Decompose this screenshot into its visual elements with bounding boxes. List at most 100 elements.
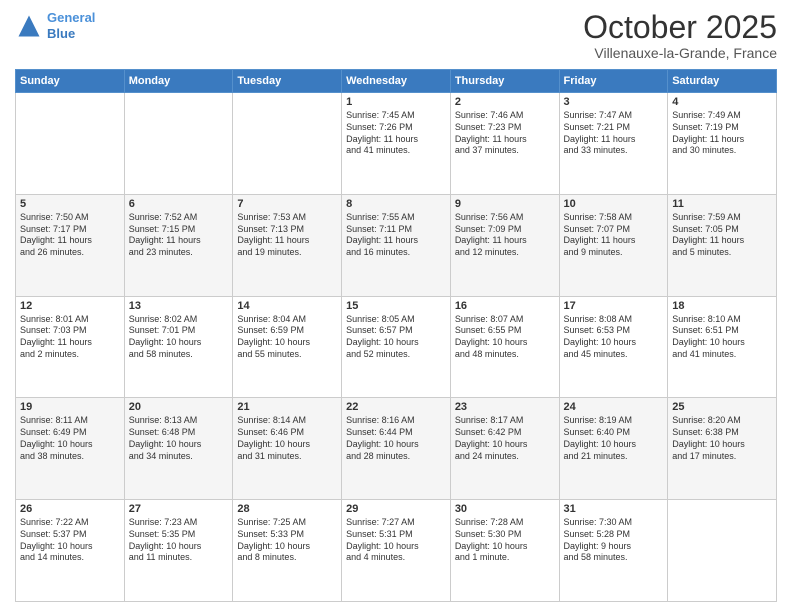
day-header-sunday: Sunday [16, 70, 125, 93]
calendar-cell: 29 Sunrise: 7:27 AM Sunset: 5:31 PM Dayli… [342, 500, 451, 602]
day-number: 17 [564, 300, 664, 312]
logo-line2: Blue [47, 26, 75, 41]
day-info: Sunrise: 8:01 AM Sunset: 7:03 PM Dayligh… [20, 314, 120, 361]
day-info: Sunrise: 7:59 AM Sunset: 7:05 PM Dayligh… [672, 212, 772, 259]
calendar-cell: 8 Sunrise: 7:55 AM Sunset: 7:11 PM Daylig… [342, 194, 451, 296]
day-number: 26 [20, 503, 120, 515]
day-info: Sunrise: 8:11 AM Sunset: 6:49 PM Dayligh… [20, 415, 120, 462]
calendar-week-2: 12 Sunrise: 8:01 AM Sunset: 7:03 PM Dayli… [16, 296, 777, 398]
calendar-week-3: 19 Sunrise: 8:11 AM Sunset: 6:49 PM Dayli… [16, 398, 777, 500]
day-number: 14 [237, 300, 337, 312]
day-number: 7 [237, 198, 337, 210]
day-number: 27 [129, 503, 229, 515]
calendar-cell: 28 Sunrise: 7:25 AM Sunset: 5:33 PM Dayli… [233, 500, 342, 602]
calendar-cell: 10 Sunrise: 7:58 AM Sunset: 7:07 PM Dayli… [559, 194, 668, 296]
logo-line1: General [47, 10, 95, 25]
calendar-cell: 7 Sunrise: 7:53 AM Sunset: 7:13 PM Daylig… [233, 194, 342, 296]
day-number: 1 [346, 96, 446, 108]
calendar-cell: 27Sunrise: 7:23 AM Sunset: 5:35 PM Dayli… [124, 500, 233, 602]
day-info: Sunrise: 7:58 AM Sunset: 7:07 PM Dayligh… [564, 212, 664, 259]
day-info: Sunrise: 7:55 AM Sunset: 7:11 PM Dayligh… [346, 212, 446, 259]
day-number: 10 [564, 198, 664, 210]
calendar-cell: 30Sunrise: 7:28 AM Sunset: 5:30 PM Dayli… [450, 500, 559, 602]
calendar-cell: 25 Sunrise: 8:20 AM Sunset: 6:38 PM Dayli… [668, 398, 777, 500]
day-number: 11 [672, 198, 772, 210]
day-header-monday: Monday [124, 70, 233, 93]
day-info: Sunrise: 8:05 AM Sunset: 6:57 PM Dayligh… [346, 314, 446, 361]
day-info: Sunrise: 7:27 AM Sunset: 5:31 PM Dayligh… [346, 517, 446, 564]
day-info: Sunrise: 8:07 AM Sunset: 6:55 PM Dayligh… [455, 314, 555, 361]
day-info: Sunrise: 7:47 AM Sunset: 7:21 PM Dayligh… [564, 110, 664, 157]
calendar-cell: 12 Sunrise: 8:01 AM Sunset: 7:03 PM Dayli… [16, 296, 125, 398]
day-number: 31 [564, 503, 664, 515]
day-number: 25 [672, 401, 772, 413]
day-info: Sunrise: 7:56 AM Sunset: 7:09 PM Dayligh… [455, 212, 555, 259]
day-info: Sunrise: 8:16 AM Sunset: 6:44 PM Dayligh… [346, 415, 446, 462]
calendar-cell: 18 Sunrise: 8:10 AM Sunset: 6:51 PM Dayli… [668, 296, 777, 398]
calendar-cell: 13 Sunrise: 8:02 AM Sunset: 7:01 PM Dayli… [124, 296, 233, 398]
calendar-cell: 21 Sunrise: 8:14 AM Sunset: 6:46 PM Dayli… [233, 398, 342, 500]
day-info: Sunrise: 7:46 AM Sunset: 7:23 PM Dayligh… [455, 110, 555, 157]
calendar-cell: 11 Sunrise: 7:59 AM Sunset: 7:05 PM Dayli… [668, 194, 777, 296]
calendar-week-4: 26 Sunrise: 7:22 AM Sunset: 5:37 PM Dayli… [16, 500, 777, 602]
header: General Blue October 2025 Villenauxe-la-… [15, 10, 777, 61]
day-number: 19 [20, 401, 120, 413]
day-info: Sunrise: 8:14 AM Sunset: 6:46 PM Dayligh… [237, 415, 337, 462]
calendar-cell: 14Sunrise: 8:04 AM Sunset: 6:59 PM Dayli… [233, 296, 342, 398]
day-number: 24 [564, 401, 664, 413]
logo-text: General Blue [47, 10, 95, 41]
day-info: Sunrise: 8:19 AM Sunset: 6:40 PM Dayligh… [564, 415, 664, 462]
day-info: Sunrise: 7:50 AM Sunset: 7:17 PM Dayligh… [20, 212, 120, 259]
day-number: 22 [346, 401, 446, 413]
calendar-week-1: 5 Sunrise: 7:50 AM Sunset: 7:17 PM Daylig… [16, 194, 777, 296]
day-info: Sunrise: 8:20 AM Sunset: 6:38 PM Dayligh… [672, 415, 772, 462]
day-number: 5 [20, 198, 120, 210]
day-info: Sunrise: 7:52 AM Sunset: 7:15 PM Dayligh… [129, 212, 229, 259]
calendar-cell: 3 Sunrise: 7:47 AM Sunset: 7:21 PM Daylig… [559, 93, 668, 195]
day-info: Sunrise: 8:13 AM Sunset: 6:48 PM Dayligh… [129, 415, 229, 462]
calendar-cell: 2Sunrise: 7:46 AM Sunset: 7:23 PM Daylig… [450, 93, 559, 195]
day-number: 29 [346, 503, 446, 515]
calendar-header-row: SundayMondayTuesdayWednesdayThursdayFrid… [16, 70, 777, 93]
day-number: 18 [672, 300, 772, 312]
calendar-table: SundayMondayTuesdayWednesdayThursdayFrid… [15, 69, 777, 602]
calendar-cell: 24 Sunrise: 8:19 AM Sunset: 6:40 PM Dayli… [559, 398, 668, 500]
day-header-friday: Friday [559, 70, 668, 93]
day-number: 12 [20, 300, 120, 312]
calendar-cell [16, 93, 125, 195]
day-number: 8 [346, 198, 446, 210]
calendar-week-0: 1 Sunrise: 7:45 AM Sunset: 7:26 PM Daylig… [16, 93, 777, 195]
day-number: 16 [455, 300, 555, 312]
day-number: 6 [129, 198, 229, 210]
calendar-cell [668, 500, 777, 602]
logo-icon [15, 12, 43, 40]
calendar-cell [124, 93, 233, 195]
day-number: 21 [237, 401, 337, 413]
day-info: Sunrise: 8:10 AM Sunset: 6:51 PM Dayligh… [672, 314, 772, 361]
day-info: Sunrise: 8:08 AM Sunset: 6:53 PM Dayligh… [564, 314, 664, 361]
calendar-cell: 5 Sunrise: 7:50 AM Sunset: 7:17 PM Daylig… [16, 194, 125, 296]
day-info: Sunrise: 7:53 AM Sunset: 7:13 PM Dayligh… [237, 212, 337, 259]
calendar-cell: 23Sunrise: 8:17 AM Sunset: 6:42 PM Dayli… [450, 398, 559, 500]
day-number: 3 [564, 96, 664, 108]
day-info: Sunrise: 7:22 AM Sunset: 5:37 PM Dayligh… [20, 517, 120, 564]
day-info: Sunrise: 8:02 AM Sunset: 7:01 PM Dayligh… [129, 314, 229, 361]
day-info: Sunrise: 7:28 AM Sunset: 5:30 PM Dayligh… [455, 517, 555, 564]
day-info: Sunrise: 7:45 AM Sunset: 7:26 PM Dayligh… [346, 110, 446, 157]
day-number: 13 [129, 300, 229, 312]
calendar-cell [233, 93, 342, 195]
location: Villenauxe-la-Grande, France [583, 45, 777, 61]
day-number: 9 [455, 198, 555, 210]
calendar-cell: 16 Sunrise: 8:07 AM Sunset: 6:55 PM Dayli… [450, 296, 559, 398]
calendar-cell: 9 Sunrise: 7:56 AM Sunset: 7:09 PM Daylig… [450, 194, 559, 296]
calendar-cell: 1 Sunrise: 7:45 AM Sunset: 7:26 PM Daylig… [342, 93, 451, 195]
calendar-cell: 20 Sunrise: 8:13 AM Sunset: 6:48 PM Dayli… [124, 398, 233, 500]
day-number: 28 [237, 503, 337, 515]
calendar-cell: 6 Sunrise: 7:52 AM Sunset: 7:15 PM Daylig… [124, 194, 233, 296]
day-number: 20 [129, 401, 229, 413]
day-info: Sunrise: 7:25 AM Sunset: 5:33 PM Dayligh… [237, 517, 337, 564]
calendar-cell: 15Sunrise: 8:05 AM Sunset: 6:57 PM Dayli… [342, 296, 451, 398]
calendar-cell: 17 Sunrise: 8:08 AM Sunset: 6:53 PM Dayli… [559, 296, 668, 398]
day-header-thursday: Thursday [450, 70, 559, 93]
day-number: 4 [672, 96, 772, 108]
